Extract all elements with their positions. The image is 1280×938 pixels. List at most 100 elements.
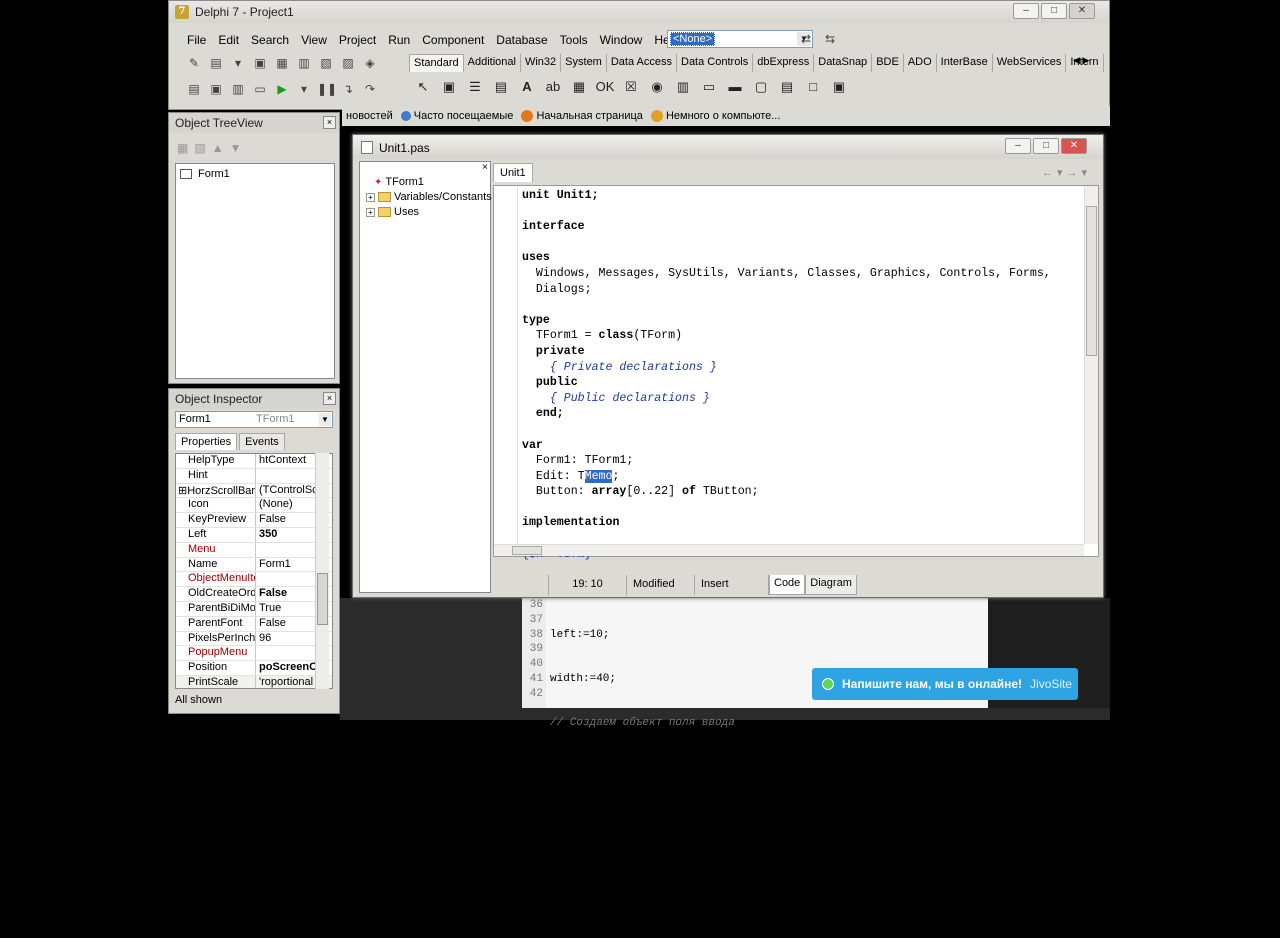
minimize-icon[interactable]: – (1005, 138, 1031, 154)
menu-edit[interactable]: Edit (212, 31, 245, 51)
tab-properties[interactable]: Properties (175, 433, 238, 450)
menu-database[interactable]: Database (490, 31, 553, 51)
debug-desktop-icon[interactable]: ⇆ (821, 31, 839, 47)
palette-tab-interbase[interactable]: InterBase (937, 54, 993, 72)
reopen-icon[interactable]: ▾ (229, 55, 247, 71)
new-form-icon[interactable]: ▭ (251, 81, 269, 97)
listbox-icon[interactable]: ▥ (673, 77, 693, 97)
inspector-scrollbar[interactable] (315, 453, 329, 689)
treeview-tree[interactable]: Form1 (175, 163, 335, 379)
save-desktop-icon[interactable]: ⇄ (797, 31, 815, 47)
palette-tab-bde[interactable]: BDE (872, 54, 904, 72)
step-over-icon[interactable]: ↷ (361, 81, 379, 97)
property-row[interactable]: PrintScale'roportional (176, 675, 332, 688)
memo-icon[interactable]: ▦ (569, 77, 589, 97)
property-row[interactable]: PopupMenu (176, 646, 332, 662)
property-row[interactable]: ⊞HorzScrollBar(TControlScrol (176, 483, 332, 499)
expand-icon[interactable]: + (366, 192, 375, 202)
minimize-icon[interactable]: – (1013, 3, 1039, 19)
frames-icon[interactable]: ▣ (439, 77, 459, 97)
combobox-icon[interactable]: ▭ (699, 77, 719, 97)
component-selector[interactable]: Form1 TForm1 ▼ (175, 411, 333, 428)
bookmark-frequent[interactable]: Часто посещаемые (400, 110, 513, 122)
bookmark-news[interactable]: новостей (346, 110, 393, 122)
maximize-icon[interactable]: □ (1041, 3, 1067, 19)
radiogroup-icon[interactable]: ▤ (777, 77, 797, 97)
expand-icon[interactable]: + (366, 207, 375, 217)
chevron-down-icon[interactable]: ▼ (319, 413, 331, 426)
property-row[interactable]: HelpType htContext (176, 454, 332, 469)
delete-item-icon[interactable]: ▧ (194, 141, 205, 155)
palette-tab-data-controls[interactable]: Data Controls (677, 54, 754, 72)
open-project-icon[interactable]: ▥ (295, 55, 313, 71)
property-row[interactable]: Icon (None) (176, 498, 332, 514)
property-row[interactable]: KeyPreview False (176, 513, 332, 528)
tab-diagram[interactable]: Diagram (805, 575, 857, 595)
view-unit-icon[interactable]: ▤ (185, 81, 203, 97)
panel-icon[interactable]: □ (803, 77, 823, 97)
code-editor[interactable]: unit Unit1; interface uses Windows, Mess… (493, 185, 1099, 561)
palette-tab-webservices[interactable]: WebServices (993, 54, 1067, 72)
property-row[interactable]: Menu (176, 542, 332, 558)
property-row[interactable]: ObjectMenuIter (176, 572, 332, 588)
explorer-node-variables[interactable]: + Variables/Constants (366, 191, 492, 203)
palette-tab-system[interactable]: System (561, 54, 607, 72)
tab-unit1[interactable]: Unit1 (493, 163, 533, 182)
property-row[interactable]: ParentFont False (176, 616, 332, 632)
tab-code[interactable]: Code (769, 575, 806, 595)
palette-tab-additional[interactable]: Additional (464, 54, 521, 72)
menu-file[interactable]: File (181, 31, 212, 51)
menu-search[interactable]: Search (245, 31, 295, 51)
groupbox-icon[interactable]: ▢ (751, 77, 771, 97)
scroll-thumb[interactable] (1086, 206, 1097, 356)
navigation-arrows-icon[interactable]: ←▾→▾ (1042, 166, 1091, 179)
help-icon[interactable]: ◈ (361, 55, 379, 71)
pointer-icon[interactable]: ↖ (413, 77, 433, 97)
scrollbar-icon[interactable]: ▬ (725, 77, 745, 97)
remove-file-icon[interactable]: ▨ (339, 55, 357, 71)
actionlist-icon[interactable]: ▣ (829, 77, 849, 97)
run-icon[interactable]: ▶ (273, 81, 291, 97)
arrow-down-icon[interactable]: ▼ (230, 141, 242, 155)
open-icon[interactable]: ▤ (207, 55, 225, 71)
radiobutton-icon[interactable]: ◉ (647, 77, 667, 97)
scroll-thumb[interactable] (317, 573, 328, 625)
new-item-icon[interactable]: ▦ (177, 141, 188, 155)
tree-node-form1[interactable]: Form1 (180, 168, 230, 180)
menu-component[interactable]: Component (416, 31, 490, 51)
run-dropdown-icon[interactable]: ▾ (295, 81, 313, 97)
close-icon[interactable]: ✕ (1069, 3, 1095, 19)
palette-tab-ado[interactable]: ADO (904, 54, 937, 72)
popupmenu-icon[interactable]: ▤ (491, 77, 511, 97)
label-icon[interactable]: A (517, 77, 537, 97)
property-row[interactable]: Left 350 (176, 527, 332, 543)
maximize-icon[interactable]: □ (1033, 138, 1059, 154)
bookmark-home[interactable]: Начальная страница (521, 110, 643, 123)
close-icon[interactable]: ✕ (1061, 138, 1087, 154)
bookmark-computer[interactable]: Немного о компьюте... (650, 110, 780, 123)
checkbox-icon[interactable]: ☒ (621, 77, 641, 97)
pause-icon[interactable]: ❚❚ (317, 81, 337, 97)
source-code[interactable]: unit Unit1; interface uses Windows, Mess… (522, 188, 1051, 562)
close-icon[interactable]: × (323, 392, 336, 405)
close-icon[interactable]: × (323, 116, 336, 129)
palette-tab-data-access[interactable]: Data Access (607, 54, 677, 72)
palette-tab-dbexpress[interactable]: dbExpress (753, 54, 815, 72)
desktop-config-combo[interactable]: <None> ▼ (667, 30, 813, 48)
close-icon[interactable]: × (482, 162, 488, 173)
menu-tools[interactable]: Tools (554, 31, 594, 51)
tab-events[interactable]: Events (239, 433, 285, 450)
chat-widget-button[interactable]: Напишите нам, мы в онлайне! JivoSite (812, 668, 1078, 700)
code-vertical-scrollbar[interactable] (1084, 186, 1098, 544)
arrow-up-icon[interactable]: ▲ (212, 141, 224, 155)
add-file-icon[interactable]: ▧ (317, 55, 335, 71)
palette-tab-win32[interactable]: Win32 (521, 54, 562, 72)
menu-window[interactable]: Window (594, 31, 649, 51)
property-row[interactable]: OldCreateOrderFalse (176, 587, 332, 602)
palette-scroll-arrows[interactable]: ◀ ▶ (1073, 55, 1089, 66)
property-row[interactable]: Name Form1 (176, 557, 332, 573)
button-icon[interactable]: OK (595, 77, 615, 97)
edit-icon[interactable]: ab (543, 77, 563, 97)
save-icon[interactable]: ▣ (251, 55, 269, 71)
property-row[interactable]: Hint (176, 468, 332, 484)
